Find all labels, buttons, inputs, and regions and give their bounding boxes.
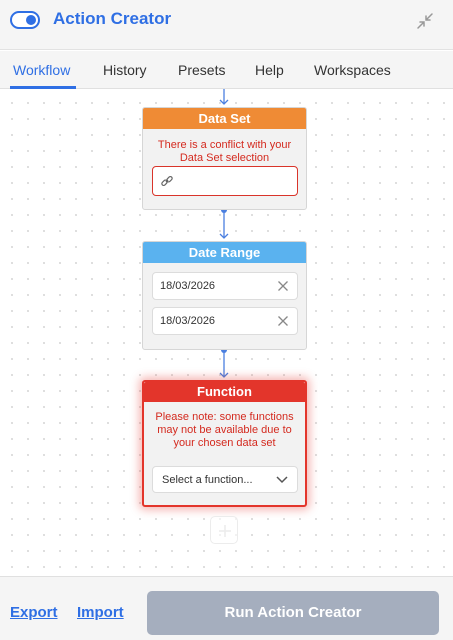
connector-arrow <box>219 207 229 239</box>
conflict-warning: There is a conflict with your Data Set s… <box>157 139 292 164</box>
tab-workflow[interactable]: Workflow <box>13 62 70 78</box>
end-date-field[interactable]: 18/03/2026 <box>152 307 298 335</box>
node-title: Function <box>144 382 305 402</box>
clear-icon[interactable] <box>277 315 289 327</box>
plus-icon <box>219 525 231 537</box>
collapse-icon[interactable] <box>414 10 436 32</box>
import-link[interactable]: Import <box>77 604 124 621</box>
function-select[interactable]: Select a function... <box>152 466 298 493</box>
app-header: Action Creator <box>0 0 453 50</box>
start-date-value: 18/03/2026 <box>160 280 216 292</box>
tab-bar: Workflow History Presets Help Workspaces <box>0 51 453 89</box>
data-set-field[interactable] <box>152 166 298 196</box>
connector-arrow <box>219 89 229 105</box>
end-date-value: 18/03/2026 <box>160 315 216 327</box>
date-range-node[interactable]: Date Range 18/03/2026 18/03/2026 <box>142 241 307 350</box>
start-date-field[interactable]: 18/03/2026 <box>152 272 298 300</box>
tab-presets[interactable]: Presets <box>178 62 225 78</box>
clear-icon[interactable] <box>277 280 289 292</box>
function-warning: Please note: some functions may not be a… <box>155 411 294 449</box>
tab-help[interactable]: Help <box>255 62 284 78</box>
chevron-down-icon <box>276 476 288 484</box>
link-icon <box>161 175 173 187</box>
footer-bar: Export Import Run Action Creator <box>0 576 453 640</box>
function-select-placeholder: Select a function... <box>162 474 253 486</box>
tab-workspaces[interactable]: Workspaces <box>314 62 391 78</box>
function-node[interactable]: Function Please note: some functions may… <box>142 380 307 507</box>
export-link[interactable]: Export <box>10 604 58 621</box>
connector-arrow <box>219 347 229 378</box>
data-set-node[interactable]: Data Set There is a conflict with your D… <box>142 107 307 210</box>
app-title: Action Creator <box>53 9 172 28</box>
toggle-knob <box>26 15 36 25</box>
tab-history[interactable]: History <box>103 62 147 78</box>
node-title: Data Set <box>143 108 306 129</box>
node-title: Date Range <box>143 242 306 263</box>
power-toggle[interactable] <box>10 11 40 29</box>
add-step-button[interactable] <box>210 516 238 544</box>
run-action-creator-button[interactable]: Run Action Creator <box>147 591 439 635</box>
